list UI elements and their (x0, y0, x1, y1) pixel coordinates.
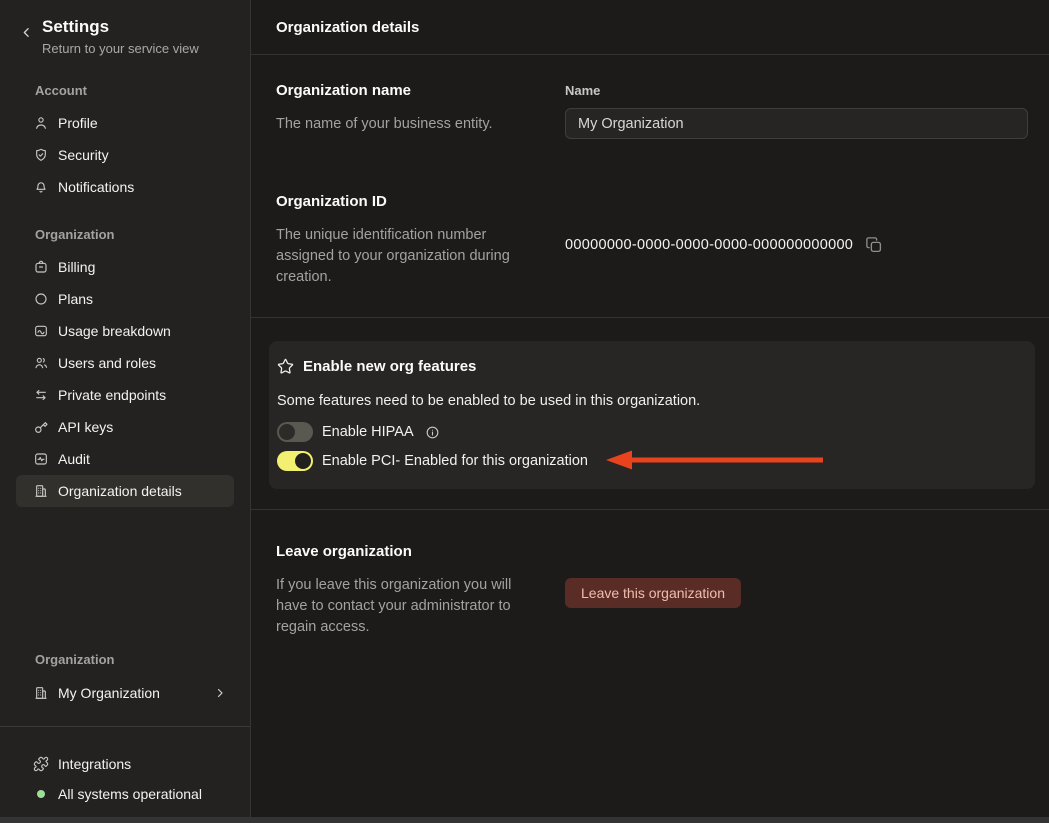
sidebar-item-label: Private endpoints (58, 387, 167, 403)
page-title: Organization details (276, 18, 420, 36)
sidebar-divider (0, 726, 250, 727)
current-organization-name: My Organization (58, 685, 160, 701)
sidebar-item-label: Billing (58, 259, 96, 275)
sidebar-item-users-and-roles[interactable]: Users and roles (16, 347, 234, 379)
sidebar-item-private-endpoints[interactable]: Private endpoints (16, 379, 234, 411)
section-title: Leave organization (276, 543, 412, 560)
building-icon (33, 685, 49, 701)
content-divider (251, 317, 1049, 318)
sidebar-item-billing[interactable]: Billing (16, 251, 234, 283)
leave-organization-section: Leave organization If you leave this org… (276, 544, 1028, 638)
info-icon[interactable] (425, 425, 440, 440)
sidebar-item-label: Audit (58, 451, 90, 467)
organization-id-section: Organization ID The unique identificatio… (276, 194, 1028, 288)
pci-toggle-row: Enable PCI- Enabled for this organizatio… (277, 451, 1015, 471)
sidebar-item-label: Profile (58, 115, 98, 131)
sidebar-bottom: Organization My Organization Integration… (0, 652, 250, 823)
sidebar-item-usage-breakdown[interactable]: Usage breakdown (16, 315, 234, 347)
sidebar-title: Settings (42, 17, 110, 36)
pci-toggle[interactable] (277, 451, 313, 471)
usage-chart-icon (33, 323, 49, 339)
section-description: The unique identification number assigne… (276, 227, 510, 285)
sidebar-header: Settings Return to your service view (0, 0, 250, 56)
sidebar-item-label: Organization details (58, 483, 182, 499)
pci-toggle-label: Enable PCI- Enabled for this organizatio… (322, 453, 588, 469)
hipaa-toggle[interactable] (277, 422, 313, 442)
sidebar-item-profile[interactable]: Profile (16, 107, 234, 139)
key-icon (33, 419, 49, 435)
organization-name-section: Organization name The name of your busin… (276, 55, 1028, 139)
integrations-label: Integrations (58, 756, 132, 772)
section-description: If you leave this organization you will … (276, 577, 512, 635)
organization-nav: Billing Plans Usage breakdown Users and … (0, 251, 250, 507)
star-icon (277, 358, 294, 375)
sidebar-item-notifications[interactable]: Notifications (16, 171, 234, 203)
section-title: Organization ID (276, 193, 387, 210)
section-label-organization: Organization (35, 227, 115, 242)
card-description: Some features need to be enabled to be u… (277, 393, 701, 409)
sidebar-subtitle[interactable]: Return to your service view (42, 41, 199, 56)
activity-icon (33, 451, 49, 467)
section-label-account: Account (35, 83, 87, 98)
enable-features-card: Enable new org features Some features ne… (269, 341, 1035, 489)
content-divider (251, 509, 1049, 510)
settings-sidebar: Settings Return to your service view Acc… (0, 0, 251, 823)
account-nav: Profile Security Notifications (0, 107, 250, 203)
sidebar-item-label: Usage breakdown (58, 323, 171, 339)
organization-id-value: 00000000-0000-0000-0000-000000000000 (565, 237, 854, 253)
chevron-right-icon (214, 687, 226, 699)
section-description: The name of your business entity. (276, 116, 493, 132)
status-dot-icon (37, 790, 45, 798)
sidebar-item-organization-details[interactable]: Organization details (16, 475, 234, 507)
organization-switcher[interactable]: My Organization (16, 677, 234, 709)
sidebar-item-label: Notifications (58, 179, 135, 195)
copy-icon[interactable] (865, 236, 883, 254)
card-title: Enable new org features (303, 358, 477, 375)
circle-icon (33, 291, 49, 307)
hipaa-toggle-label: Enable HIPAA (322, 424, 414, 440)
window-bottom-edge (0, 817, 1049, 823)
hipaa-toggle-row: Enable HIPAA (277, 422, 1015, 442)
sidebar-item-label: Plans (58, 291, 94, 307)
status-label: All systems operational (58, 786, 202, 802)
users-icon (33, 355, 49, 371)
section-label-organization-bottom: Organization (35, 652, 115, 667)
name-field-label: Name (565, 83, 601, 98)
user-icon (33, 115, 49, 131)
system-status-link[interactable]: All systems operational (16, 779, 234, 809)
building-icon (33, 483, 49, 499)
sidebar-item-audit[interactable]: Audit (16, 443, 234, 475)
bell-icon (33, 179, 49, 195)
billing-icon (33, 259, 49, 275)
swap-arrows-icon (33, 387, 49, 403)
leave-organization-button[interactable]: Leave this organization (565, 578, 741, 608)
sidebar-item-api-keys[interactable]: API keys (16, 411, 234, 443)
integrations-link[interactable]: Integrations (16, 749, 234, 779)
back-chevron-icon[interactable] (20, 26, 33, 56)
page-title-bar: Organization details (251, 0, 1049, 55)
sidebar-item-label: Security (58, 147, 109, 163)
sidebar-item-plans[interactable]: Plans (16, 283, 234, 315)
sidebar-item-label: API keys (58, 419, 114, 435)
shield-check-icon (33, 147, 49, 163)
sidebar-item-security[interactable]: Security (16, 139, 234, 171)
puzzle-icon (33, 756, 49, 772)
organization-details-panel: Organization details Organization name T… (251, 0, 1049, 823)
organization-name-input[interactable] (565, 108, 1028, 139)
section-title: Organization name (276, 82, 412, 99)
sidebar-item-label: Users and roles (58, 355, 157, 371)
